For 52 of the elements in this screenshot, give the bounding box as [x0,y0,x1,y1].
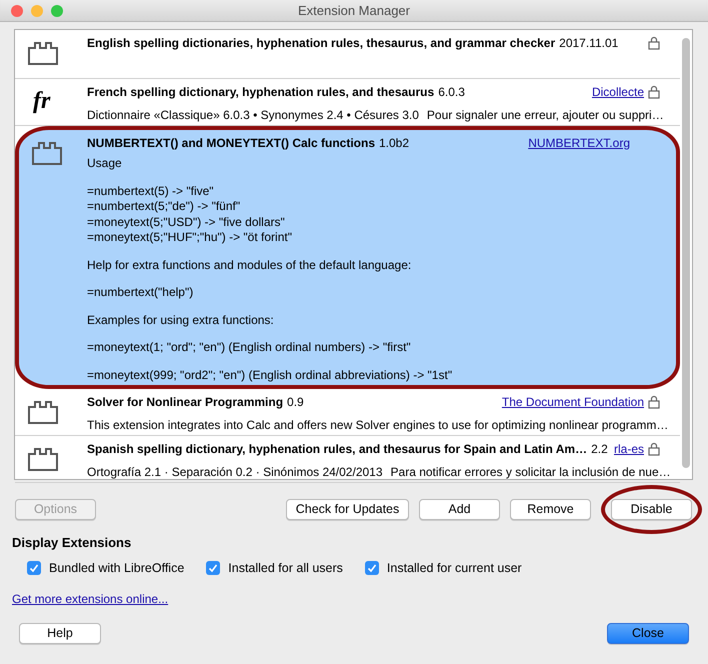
extension-description: This extension integrates into Calc and offers new Solver engines to use for optimizing nonlinear programm… [87,417,668,434]
extension-title: Spanish spelling dictionary, hyphenation rules, and thesaurus for Spain and Latin Am… [87,441,588,458]
version-number: 1.0b2 [379,135,410,152]
extension-title: English spelling dictionaries, hyphenation rules, thesaurus, and grammar checker [87,35,556,52]
description-text: =numbertext(5) -> "five" =numbertext(5;"de") -> "fünf" =moneytext(5;"USD") -> "five dollars" =moneytext(5;"HUF";"hu") -> "öt forint" [87,184,293,246]
brick-icon [27,399,61,425]
brick-icon [27,446,61,472]
extensions-link[interactable]: Get more extensions online... [12,592,168,606]
checkbox[interactable] [206,560,220,575]
brick-icon [27,40,61,66]
checkbox-label: Installed for all users [228,560,343,576]
scrollbar[interactable] [682,38,690,468]
checkbox[interactable] [27,560,41,575]
extension-title: NUMBERTEXT() and MONEYTEXT() Calc functions [87,135,375,152]
extension-row[interactable]: Solver for Nonlinear Programming 0.9 The Document Foundation This extension integrates into Calc and offers new Solver engines to use for optimizing nonlinear programm… [15,389,680,436]
description-text: Help for extra functions and modules of the default language: [87,258,412,273]
action-button[interactable]: Disable [611,499,692,520]
checkbox-label: Installed for current user [386,560,522,576]
dialog-button[interactable]: Close [607,623,689,644]
section-heading: Display Extensions [12,534,132,552]
close-button[interactable] [11,5,23,17]
version-number: 2.2 [591,441,608,458]
extension-description: Para notificar errores y solicitar la inclusión de nue… [390,464,671,481]
language-icon: fr [33,89,50,113]
checkbox-label: Bundled with LibreOffice [49,560,184,576]
publisher-link[interactable]: rla-es [614,440,644,458]
brick-icon [31,140,65,166]
description-text: =moneytext(1; "ord"; "en") (English ordinal numbers) -> "first" [87,340,412,356]
checkbox[interactable] [364,560,379,575]
action-button[interactable]: Remove [510,499,591,520]
version-number: 2017.11.01 [559,35,618,52]
extension-row[interactable] [15,126,680,389]
extension-title: French spelling dictionary, hyphenation rules, and thesaurus [87,84,434,101]
description-text: =numbertext("help") [87,285,194,300]
dialog-button[interactable]: Help [19,623,101,644]
description-text: Usage [87,156,123,172]
version-number: 0.9 [287,394,304,411]
extension-row[interactable]: English spelling dictionaries, hyphenation rules, thesaurus, and grammar checker 2017.11.01 [15,30,680,79]
action-button[interactable]: Add [419,499,500,520]
publisher-link[interactable]: Dicollecte [592,83,644,101]
description-text: =moneytext(999; "ord2"; "en") (English ordinal abbreviations) -> "1st" [87,368,454,383]
extension-description: Pour signaler une erreur, ajouter ou suppri… [426,107,664,124]
description-text: Examples for using extra functions: [87,312,275,328]
publisher-link[interactable]: The Document Foundation [502,393,644,411]
publisher-link[interactable]: NUMBERTEXT.org [528,134,630,152]
version-number: 6.0.3 [438,84,465,101]
zoom-button[interactable] [51,5,63,17]
action-button[interactable]: Check for Updates [286,499,409,520]
extension-title: Solver for Nonlinear Programming [87,394,284,411]
extension-description: Dictionnaire «Classique» 6.0.3 • Synonymes 2.4 • Césures 3.0 [87,107,419,124]
extension-description: Ortografía 2.1 · Separación 0.2 · Sinónimos 24/02/2013 [87,464,383,481]
window-title: Extension Manager [298,2,410,20]
